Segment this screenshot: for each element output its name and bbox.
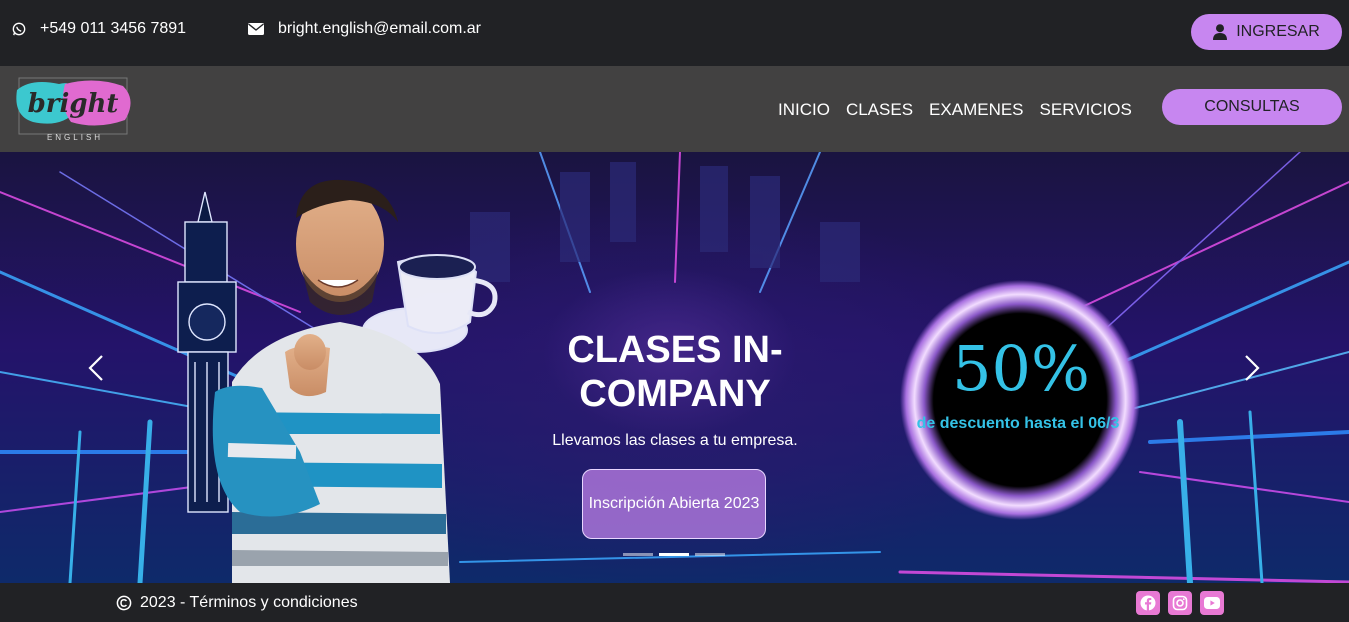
- chevron-right-icon: [1245, 355, 1260, 381]
- youtube-link[interactable]: [1200, 591, 1224, 615]
- hero-carousel: CLASES IN-COMPANY Llevamos las clases a …: [0, 152, 1349, 583]
- carousel-indicator-1[interactable]: [623, 553, 653, 556]
- instagram-link[interactable]: [1168, 591, 1192, 615]
- svg-text:ENGLISH: ENGLISH: [47, 133, 103, 142]
- chevron-left-icon: [88, 355, 103, 381]
- instagram-icon: [1172, 595, 1188, 611]
- login-button[interactable]: INGRESAR: [1191, 14, 1342, 50]
- carousel-indicator-2[interactable]: [659, 553, 689, 556]
- email-contact[interactable]: bright.english@email.com.ar: [248, 20, 481, 38]
- phone-number: +549 011 3456 7891: [40, 20, 187, 37]
- nav-inicio[interactable]: INICIO: [778, 100, 830, 120]
- social-links: [1136, 591, 1224, 615]
- hero-title: CLASES IN-COMPANY: [567, 329, 783, 415]
- footer-copyright: 2023 - Términos y condiciones: [116, 594, 358, 612]
- phone-contact[interactable]: +549 011 3456 7891: [12, 20, 186, 38]
- discount-text: de descuento hasta el 06/3: [916, 415, 1120, 432]
- login-label: INGRESAR: [1236, 23, 1320, 40]
- carousel-next-button[interactable]: [1242, 352, 1262, 389]
- main-navbar: bright ENGLISH INICIO CLASES EXAMENES SE…: [0, 66, 1349, 152]
- enroll-button[interactable]: Inscripción Abierta 2023: [582, 469, 766, 539]
- main-menu: INICIO CLASES EXAMENES SERVICIOS: [778, 100, 1132, 120]
- facebook-link[interactable]: [1136, 591, 1160, 615]
- nav-servicios[interactable]: SERVICIOS: [1040, 100, 1132, 120]
- footer: 2023 - Términos y condiciones: [0, 583, 1349, 622]
- svg-text:bright: bright: [28, 89, 119, 119]
- nav-examenes[interactable]: EXAMENES: [929, 100, 1023, 120]
- youtube-icon: [1204, 597, 1220, 609]
- facebook-icon: [1140, 595, 1156, 611]
- consultas-button[interactable]: CONSULTAS: [1162, 89, 1342, 125]
- nav-clases[interactable]: CLASES: [846, 100, 913, 120]
- envelope-icon: [248, 23, 264, 35]
- contact-bar: +549 011 3456 7891 bright.english@email.…: [0, 0, 1349, 66]
- carousel-prev-button[interactable]: [86, 352, 106, 389]
- copyright-icon: [116, 595, 132, 611]
- whatsapp-icon: [12, 22, 26, 36]
- hero-subtitle: Llevamos las clases a tu empresa.: [552, 432, 798, 449]
- user-icon: [1213, 24, 1228, 40]
- discount-percent: 50%: [952, 332, 1090, 405]
- bright-english-logo[interactable]: bright ENGLISH: [11, 76, 137, 142]
- email-address: bright.english@email.com.ar: [278, 20, 481, 37]
- terms-link[interactable]: 2023 - Términos y condiciones: [140, 594, 358, 612]
- carousel-indicators: [623, 553, 725, 556]
- carousel-indicator-3[interactable]: [695, 553, 725, 556]
